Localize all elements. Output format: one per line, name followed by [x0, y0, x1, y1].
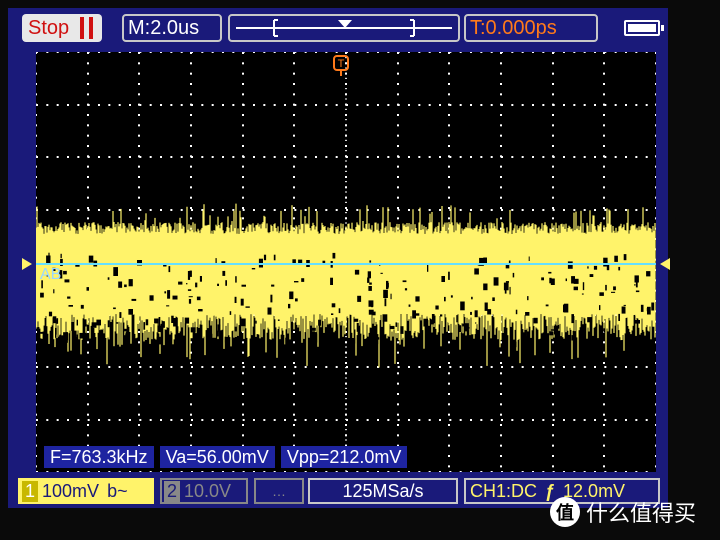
- watermark: 值 什么值得买: [550, 496, 696, 528]
- math-settings[interactable]: …: [254, 478, 304, 504]
- trigger-time-label: T:0.000ps: [470, 16, 557, 39]
- watermark-logo: 值: [550, 497, 580, 527]
- average-measurement: Va=56.00mV: [159, 446, 275, 468]
- trigger-position-indicator[interactable]: [228, 14, 460, 42]
- timebase-readout[interactable]: M:2.0us: [122, 14, 222, 42]
- overlay: T: [36, 55, 656, 265]
- waveform-display[interactable]: T AB: [36, 52, 656, 472]
- memory-window-icon: [236, 19, 452, 37]
- measurement-bar: F=763.3kHz Va=56.00mV Vpp=212.0mV: [44, 446, 408, 468]
- stop-icon: [80, 17, 96, 39]
- watermark-text: 什么值得买: [586, 501, 697, 526]
- trigger-marker-label: T: [338, 58, 345, 70]
- top-status-bar: Stop M:2.0us T:0.000ps: [8, 8, 668, 48]
- ch1-number: 1: [22, 480, 39, 502]
- ch1-scale: 100mV: [42, 480, 100, 501]
- trigger-source-label: CH1:DC: [470, 480, 538, 501]
- trigger-time-readout[interactable]: T:0.000ps: [464, 14, 598, 42]
- sample-rate-readout[interactable]: 125MSa/s: [308, 478, 458, 504]
- ch1-level-marker-icon[interactable]: [20, 256, 34, 272]
- sample-rate-label: 125MSa/s: [342, 480, 424, 501]
- timebase-label: M:2.0us: [128, 16, 200, 39]
- ch1-coupling: b~: [107, 480, 128, 501]
- trigger-level-marker-icon[interactable]: [658, 256, 672, 272]
- ch1-channel-label: AB: [40, 266, 62, 283]
- trigger-marker-icon: T: [333, 55, 349, 76]
- battery-icon: [624, 20, 664, 36]
- run-stop-button[interactable]: Stop: [22, 14, 102, 42]
- run-status-label: Stop: [28, 16, 70, 39]
- ch1-settings[interactable]: 1 100mV b~: [18, 478, 154, 504]
- math-label: …: [272, 483, 286, 499]
- frequency-measurement: F=763.3kHz: [44, 446, 154, 468]
- oscilloscope-screen: Stop M:2.0us T:0.000ps T AB F=763.3kHz V…: [8, 8, 670, 508]
- peak-to-peak-measurement: Vpp=212.0mV: [280, 446, 408, 468]
- ch2-settings[interactable]: 2 10.0V: [160, 478, 248, 504]
- ch2-scale: 10.0V: [184, 480, 232, 501]
- ch2-number: 2: [164, 480, 181, 502]
